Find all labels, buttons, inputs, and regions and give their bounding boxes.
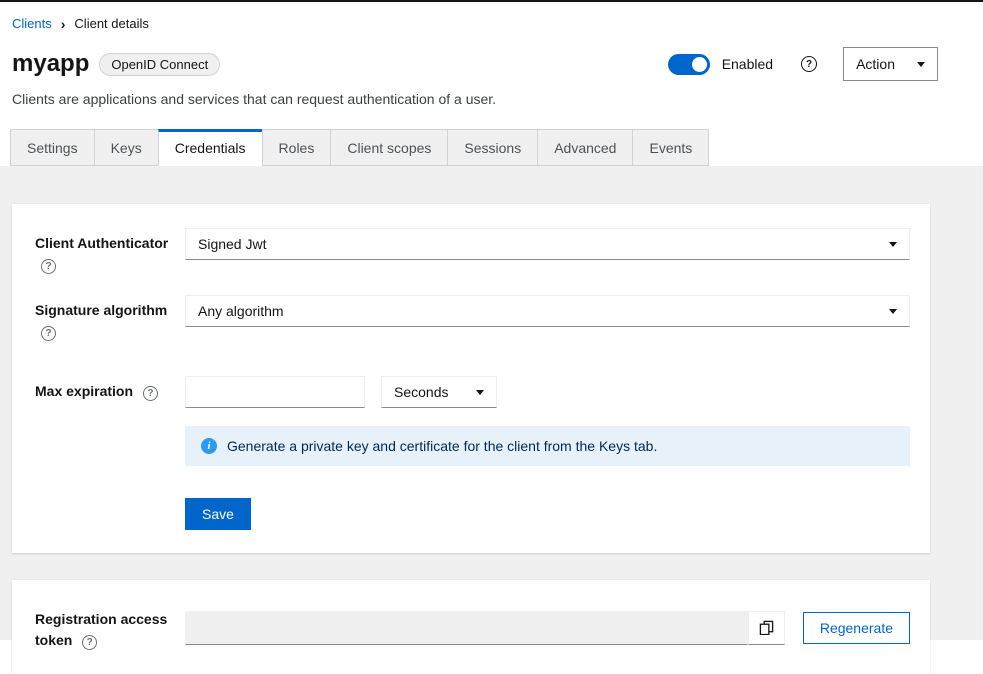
help-icon[interactable]: ?	[143, 386, 158, 401]
action-dropdown-label: Action	[856, 56, 895, 72]
signature-algorithm-label: Signature algorithm ?	[35, 295, 185, 342]
registration-token-label: Registration access token ?	[35, 604, 185, 651]
max-expiration-unit-select[interactable]: Seconds	[381, 376, 497, 408]
enabled-label: Enabled	[722, 56, 773, 72]
info-alert-text: Generate a private key and certificate f…	[227, 438, 657, 454]
registration-token-row: Registration access token ? Regenerate	[35, 604, 910, 651]
caret-down-icon	[889, 242, 897, 247]
action-dropdown[interactable]: Action	[843, 47, 938, 81]
protocol-badge: OpenID Connect	[99, 53, 220, 76]
max-expiration-unit-value: Seconds	[394, 384, 448, 400]
tab-events[interactable]: Events	[632, 129, 709, 166]
client-authenticator-row: Client Authenticator ? Signed Jwt	[35, 228, 910, 275]
page-description: Clients are applications and services th…	[0, 81, 983, 107]
copy-button[interactable]	[748, 611, 785, 645]
registration-token-input[interactable]	[185, 611, 748, 645]
toggle-knob-icon	[692, 57, 707, 72]
tab-roles[interactable]: Roles	[262, 129, 332, 166]
save-button[interactable]: Save	[185, 498, 251, 530]
client-authenticator-select[interactable]: Signed Jwt	[185, 228, 910, 260]
page-header: Clients › Client details myapp OpenID Co…	[0, 2, 983, 166]
save-row: Save	[35, 498, 910, 530]
tab-client-scopes[interactable]: Client scopes	[330, 129, 448, 166]
max-expiration-input[interactable]	[185, 376, 365, 408]
caret-down-icon	[889, 309, 897, 314]
help-icon[interactable]: ?	[801, 56, 817, 72]
credentials-card: Client Authenticator ? Signed Jwt Signat…	[12, 204, 930, 553]
signature-algorithm-row: Signature algorithm ? Any algorithm	[35, 295, 910, 342]
client-authenticator-value: Signed Jwt	[198, 236, 266, 252]
info-alert: i Generate a private key and certificate…	[185, 426, 910, 466]
breadcrumb-link-clients[interactable]: Clients	[12, 16, 52, 31]
copy-icon	[759, 620, 774, 635]
tab-settings[interactable]: Settings	[10, 129, 95, 166]
help-icon[interactable]: ?	[41, 326, 56, 341]
breadcrumb-current: Client details	[74, 16, 148, 31]
tab-credentials[interactable]: Credentials	[158, 129, 263, 166]
token-input-group	[185, 611, 785, 645]
title-row: myapp OpenID Connect Enabled ? Action	[0, 47, 983, 81]
tab-sessions[interactable]: Sessions	[447, 129, 538, 166]
header-controls: Enabled ? Action	[668, 47, 938, 81]
tab-bar: Settings Keys Credentials Roles Client s…	[0, 129, 983, 166]
tab-keys[interactable]: Keys	[94, 129, 159, 166]
registration-card: Registration access token ? Regenerate	[12, 580, 930, 674]
page-title: myapp	[12, 50, 89, 79]
signature-algorithm-select[interactable]: Any algorithm	[185, 295, 910, 327]
caret-down-icon	[476, 390, 484, 395]
client-authenticator-label: Client Authenticator ?	[35, 228, 185, 275]
alert-row: i Generate a private key and certificate…	[35, 426, 910, 466]
max-expiration-row: Max expiration ? Seconds	[35, 376, 910, 408]
max-expiration-label: Max expiration ?	[35, 376, 185, 402]
tab-advanced[interactable]: Advanced	[537, 129, 633, 166]
breadcrumb-chevron-icon: ›	[61, 17, 66, 31]
signature-algorithm-value: Any algorithm	[198, 303, 284, 319]
regenerate-button[interactable]: Regenerate	[803, 612, 910, 644]
enabled-toggle[interactable]	[668, 54, 710, 75]
caret-down-icon	[917, 62, 925, 67]
help-icon[interactable]: ?	[82, 635, 97, 650]
help-icon[interactable]: ?	[41, 259, 56, 274]
breadcrumb: Clients › Client details	[0, 10, 983, 47]
info-icon: i	[201, 438, 217, 454]
content-area: Client Authenticator ? Signed Jwt Signat…	[0, 166, 983, 640]
